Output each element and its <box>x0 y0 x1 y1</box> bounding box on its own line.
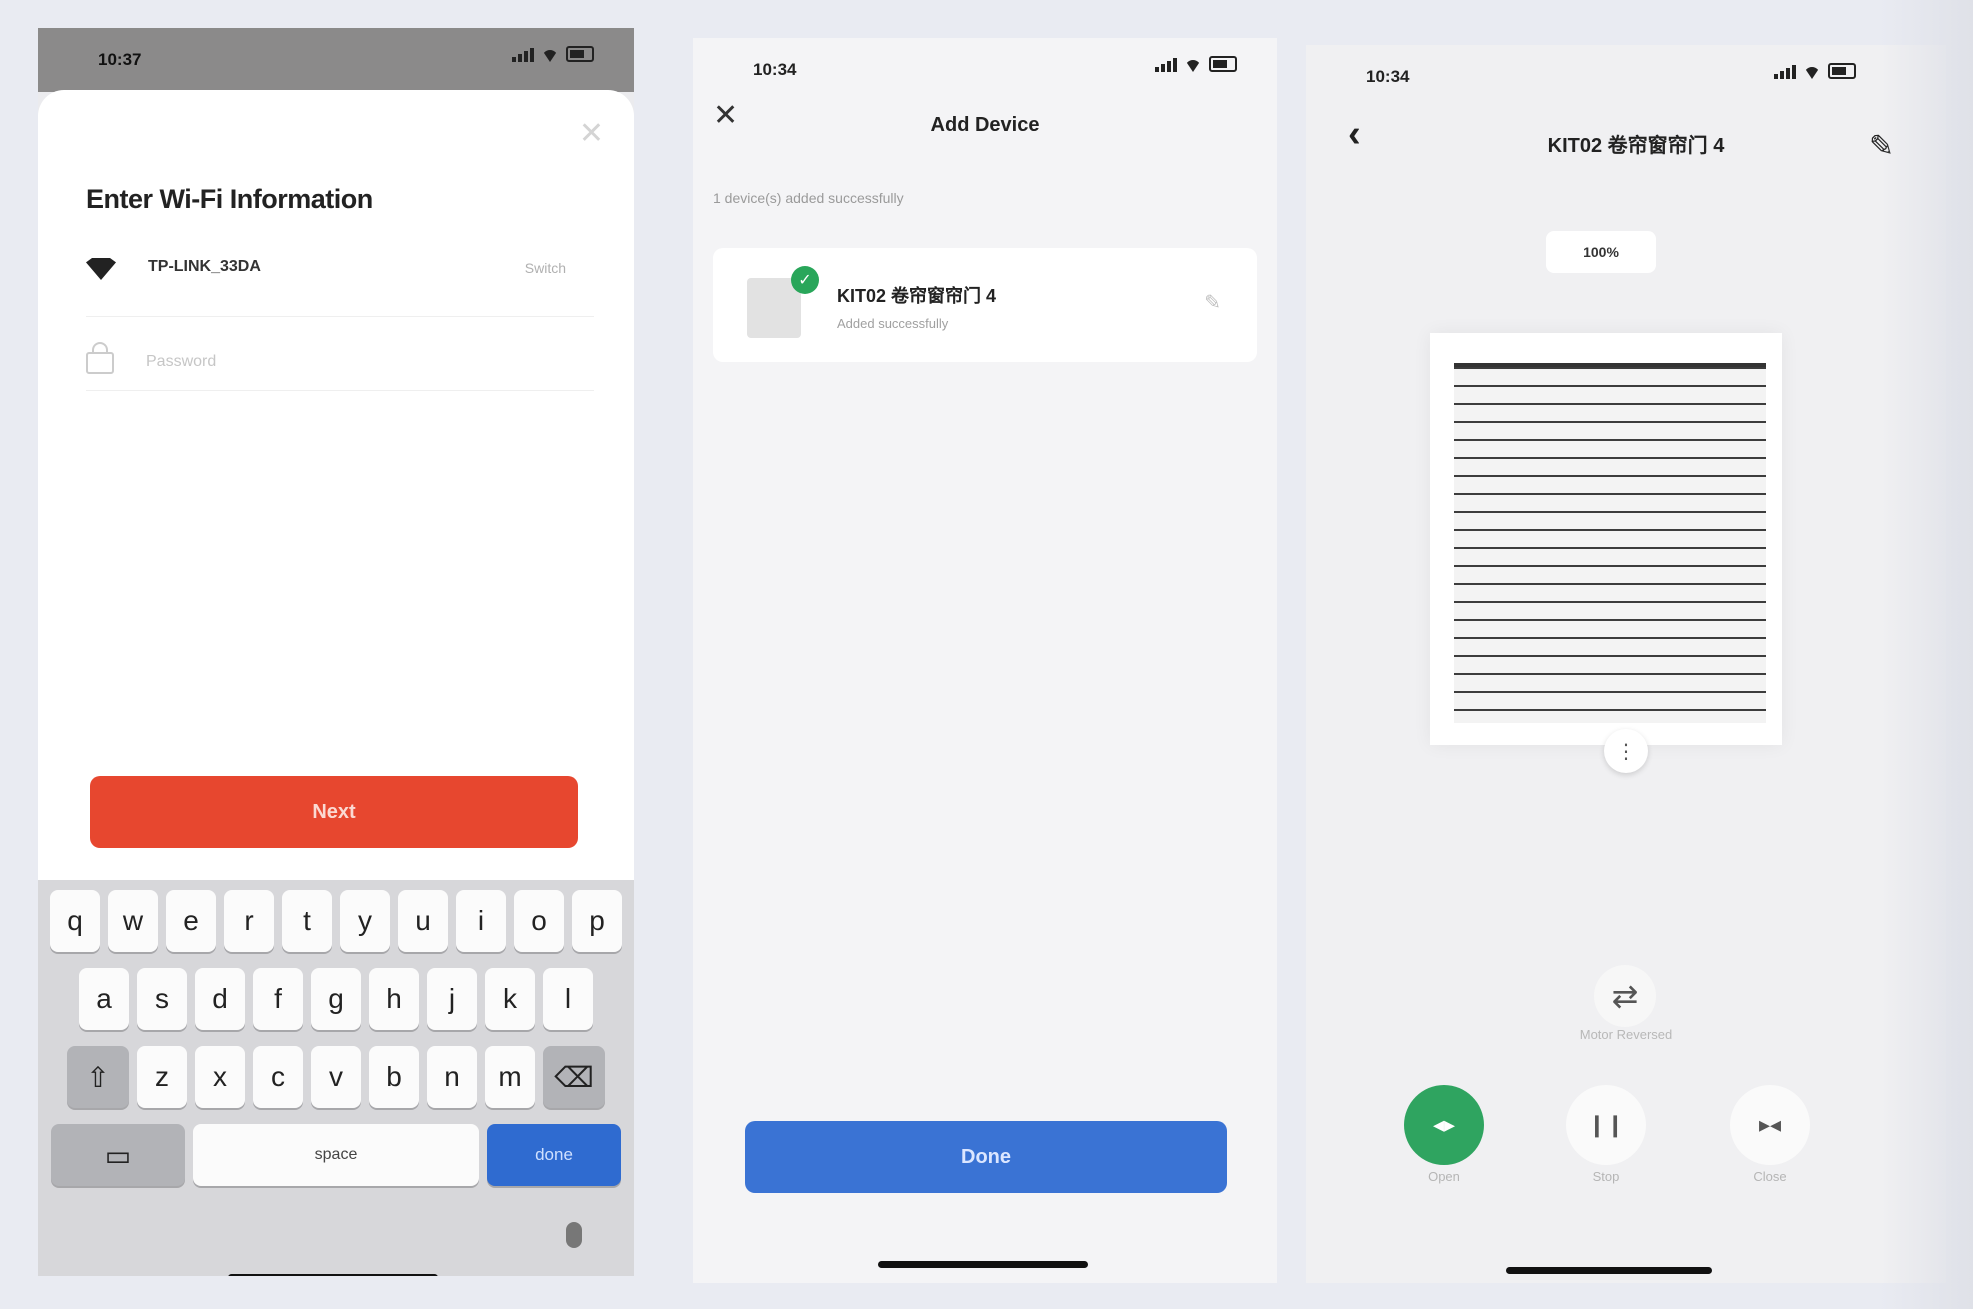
ssid-value: TP-LINK_33DA <box>148 258 261 275</box>
key[interactable]: i <box>456 890 506 952</box>
divider <box>86 390 594 391</box>
status-bar: 10:37 <box>38 28 634 92</box>
stop-button[interactable]: ❙❙ <box>1566 1085 1646 1165</box>
reverse-icon[interactable]: ⇄ <box>1594 965 1656 1027</box>
device-control-screen: 10:34 ‹ KIT02 卷帘窗帘门 4 ✎ 100% ⋮ ⇄ Motor R… <box>1306 45 1946 1283</box>
key[interactable]: l <box>543 968 593 1030</box>
rename-icon[interactable]: ✎ <box>1204 290 1221 315</box>
reverse-label: Motor Reversed <box>1579 1027 1673 1042</box>
key[interactable]: g <box>311 968 361 1030</box>
home-indicator <box>228 1274 438 1276</box>
mic-icon[interactable] <box>566 1222 582 1248</box>
keyboard-row-1: q w e r t y u i o p <box>38 890 634 952</box>
shift-key[interactable]: ⇧ <box>67 1046 129 1108</box>
device-name: KIT02 卷帘窗帘门 4 <box>837 286 997 306</box>
key[interactable]: e <box>166 890 216 952</box>
key[interactable]: k <box>485 968 535 1030</box>
device-card[interactable]: ✓ KIT02 卷帘窗帘门 4 Added successfully ✎ <box>713 248 1257 362</box>
key[interactable]: c <box>253 1046 303 1108</box>
next-button[interactable]: Next <box>90 776 578 848</box>
lock-icon <box>86 342 114 374</box>
wifi-icon <box>86 258 116 280</box>
space-key[interactable]: space <box>193 1124 479 1186</box>
keyboard-row-2: a s d f g h j k l <box>38 968 634 1030</box>
password-field[interactable] <box>144 346 568 378</box>
key[interactable]: j <box>427 968 477 1030</box>
status-time: 10:34 <box>753 60 797 79</box>
key[interactable]: w <box>108 890 158 952</box>
key[interactable]: y <box>340 890 390 952</box>
status-icons <box>1774 63 1856 79</box>
signal-icon <box>1774 65 1796 79</box>
status-time: 10:34 <box>1366 67 1410 86</box>
close-icon[interactable]: ✕ <box>579 116 604 151</box>
stop-label: Stop <box>1592 1169 1620 1184</box>
done-button[interactable]: Done <box>745 1121 1227 1193</box>
wifi-status-icon <box>1804 67 1820 79</box>
device-title: KIT02 卷帘窗帘门 4 <box>1547 135 1725 157</box>
keyboard: q w e r t y u i o p a s d f g h j k l ⇧ … <box>38 880 634 1276</box>
close-button[interactable]: ▸◂ <box>1730 1085 1810 1165</box>
key[interactable]: b <box>369 1046 419 1108</box>
key[interactable]: s <box>137 968 187 1030</box>
ssid-row[interactable]: TP-LINK_33DA Switch <box>86 254 606 298</box>
keyboard-done-key[interactable]: done <box>487 1124 621 1186</box>
page-title: Add Device <box>930 114 1040 136</box>
curtain-drag-handle[interactable]: ⋮ <box>1604 729 1648 773</box>
wifi-sheet: ✕ Enter Wi-Fi Information TP-LINK_33DA S… <box>38 90 634 880</box>
curtain-illustration <box>1430 333 1782 745</box>
status-icons <box>1155 56 1237 72</box>
wifi-screen: 10:37 ✕ Enter Wi-Fi Information TP-LINK_… <box>38 28 634 1276</box>
open-percentage: 100% <box>1546 231 1656 273</box>
key[interactable]: a <box>79 968 129 1030</box>
key[interactable]: z <box>137 1046 187 1108</box>
key[interactable]: o <box>514 890 564 952</box>
key[interactable]: d <box>195 968 245 1030</box>
battery-icon <box>1209 56 1237 72</box>
divider <box>86 316 594 317</box>
key[interactable]: v <box>311 1046 361 1108</box>
battery-icon <box>566 46 594 62</box>
keyboard-row-3: ⇧ z x c v b n m ⌫ <box>38 1046 634 1108</box>
wifi-status-icon <box>1185 60 1201 72</box>
backspace-key[interactable]: ⌫ <box>543 1046 605 1108</box>
signal-icon <box>1155 58 1177 72</box>
device-status: Added successfully <box>837 316 949 331</box>
keyboard-mode-key[interactable]: ▭ <box>51 1124 185 1186</box>
key[interactable]: q <box>50 890 100 952</box>
key[interactable]: r <box>224 890 274 952</box>
edit-icon[interactable]: ✎ <box>1869 129 1894 164</box>
key[interactable]: m <box>485 1046 535 1108</box>
key[interactable]: x <box>195 1046 245 1108</box>
home-indicator <box>1506 1267 1712 1274</box>
status-time: 10:37 <box>98 50 142 69</box>
add-device-screen: 10:34 ✕ Add Device 1 device(s) added suc… <box>693 38 1277 1283</box>
success-hint: 1 device(s) added successfully <box>713 190 904 206</box>
open-label: Open <box>1428 1169 1460 1184</box>
wifi-status-icon <box>542 50 558 62</box>
curtain-slats <box>1454 363 1766 723</box>
key[interactable]: f <box>253 968 303 1030</box>
battery-icon <box>1828 63 1856 79</box>
key[interactable]: n <box>427 1046 477 1108</box>
close-label: Close <box>1753 1169 1787 1184</box>
key[interactable]: p <box>572 890 622 952</box>
status-bar: 10:34 <box>1306 45 1946 105</box>
home-indicator <box>878 1261 1088 1268</box>
key[interactable]: h <box>369 968 419 1030</box>
key[interactable]: t <box>282 890 332 952</box>
switch-network-link[interactable]: Switch <box>525 260 566 276</box>
signal-icon <box>512 48 534 62</box>
page-title: Enter Wi-Fi Information <box>86 184 373 214</box>
key[interactable]: u <box>398 890 448 952</box>
status-bar: 10:34 <box>693 38 1277 98</box>
open-button[interactable]: ◂▸ <box>1404 1085 1484 1165</box>
check-icon: ✓ <box>791 266 819 294</box>
status-icons <box>512 46 594 62</box>
keyboard-row-4: ▭ space done <box>38 1124 634 1186</box>
